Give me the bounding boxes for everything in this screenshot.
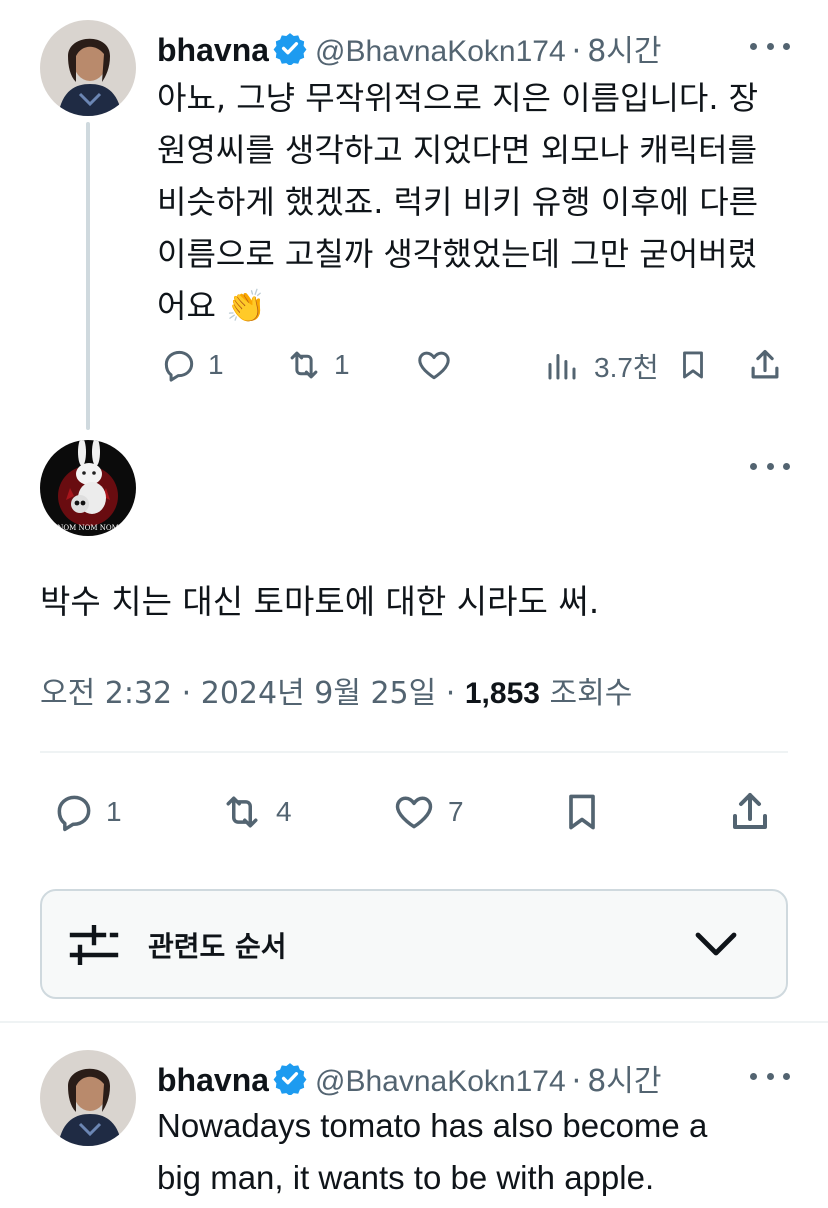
bookmark-button[interactable] <box>560 788 604 836</box>
reply-top-header: bhavna @BhavnaKokn174 · 8시간 <box>157 26 662 70</box>
text-line: 이름으로 고칠까 생각했었는데 그만 굳어버렸 <box>157 235 758 273</box>
avatar-main-user[interactable]: NOM NOM NOM <box>40 440 136 536</box>
separator-dot: · <box>181 676 192 711</box>
reply-count: 1 <box>208 349 224 380</box>
divider <box>40 751 788 753</box>
sort-label: 관련도 순서 <box>148 930 287 963</box>
views-count: 1,853 <box>464 677 540 710</box>
bookmark-icon <box>683 351 703 379</box>
avatar-bhavna[interactable] <box>40 20 136 116</box>
separator-dot: · <box>571 34 582 69</box>
verified-badge-icon <box>273 33 307 65</box>
text-line: 비슷하게 했겠죠. 럭키 비키 유행 이후에 다른 <box>157 183 759 221</box>
author-handle[interactable]: @BhavnaKokn174 <box>315 1065 566 1099</box>
text-line: 어요 👏 <box>157 287 266 325</box>
heart-icon <box>395 796 433 829</box>
tweet-meta: 오전 2:32 · 2024년 9월 25일 · 1,853 조회수 <box>40 668 632 712</box>
thread-line <box>86 122 90 430</box>
repost-button[interactable]: 4 <box>218 790 292 834</box>
divider <box>0 1021 828 1023</box>
reply-button[interactable]: 1 <box>160 346 224 384</box>
reply-bottom-text: Nowadays tomato has also become a big ma… <box>157 1100 817 1204</box>
text-line: big man, it wants to be with apple. <box>157 1159 655 1196</box>
reply-icon <box>164 350 194 382</box>
repost-icon <box>226 796 258 828</box>
sort-selector[interactable]: 관련도 순서 <box>40 889 788 999</box>
reply-bottom-header: bhavna @BhavnaKokn174 · 8시간 <box>157 1056 662 1100</box>
reply-top-text: 아뇨, 그냥 무작위적으로 지은 이름입니다. 장 원영씨를 생각하고 지었다면… <box>157 72 797 332</box>
reply-icon <box>57 795 91 832</box>
more-options-icon[interactable] <box>750 460 790 472</box>
bookmark-icon <box>569 794 595 830</box>
avatar-bhavna[interactable] <box>40 1050 136 1146</box>
like-button[interactable]: 7 <box>390 790 464 834</box>
main-tweet-text: 박수 치는 대신 토마토에 대한 시라도 써. <box>40 582 600 621</box>
tweet-time[interactable]: 오전 2:32 <box>40 676 172 711</box>
separator-dot: · <box>571 1064 582 1099</box>
repost-button[interactable]: 1 <box>284 346 350 384</box>
tweet-date[interactable]: 2024년 9월 25일 <box>201 676 436 711</box>
heart-icon <box>418 351 450 380</box>
repost-icon <box>290 351 318 379</box>
reply-button[interactable]: 1 <box>52 790 122 834</box>
tweet-time[interactable]: 8시간 <box>587 26 661 70</box>
more-options-icon[interactable] <box>750 40 790 52</box>
avatar-caption: NOM NOM NOM <box>57 524 119 532</box>
share-icon <box>751 349 779 379</box>
author-handle[interactable]: @BhavnaKokn174 <box>315 35 566 69</box>
share-icon <box>733 793 767 829</box>
repost-count: 1 <box>334 349 350 380</box>
share-button[interactable] <box>726 788 774 836</box>
author-name[interactable]: bhavna <box>157 32 269 69</box>
views-label: 조회수 <box>549 676 633 711</box>
reply-count: 1 <box>106 796 122 827</box>
bookmark-button[interactable] <box>676 346 710 384</box>
chevron-down-icon[interactable] <box>692 925 740 965</box>
separator-dot: · <box>445 676 456 711</box>
text-line: Nowadays tomato has also become a <box>157 1107 708 1144</box>
sort-filter-icon <box>69 925 119 965</box>
verified-badge-icon <box>273 1063 307 1095</box>
more-options-icon[interactable] <box>750 1070 790 1082</box>
text-line: 원영씨를 생각하고 지었다면 외모나 캐릭터를 <box>157 131 758 169</box>
views-button[interactable]: 3.7천 <box>544 346 659 386</box>
views-count: 3.7천 <box>594 352 659 383</box>
text-line: 아뇨, 그냥 무작위적으로 지은 이름입니다. 장 <box>157 79 759 117</box>
share-button[interactable] <box>746 346 784 384</box>
author-name[interactable]: bhavna <box>157 1062 269 1099</box>
views-chart-icon <box>548 354 576 380</box>
repost-count: 4 <box>276 796 292 827</box>
like-count: 7 <box>448 796 464 827</box>
tweet-time[interactable]: 8시간 <box>587 1056 661 1100</box>
like-button[interactable] <box>414 346 454 384</box>
